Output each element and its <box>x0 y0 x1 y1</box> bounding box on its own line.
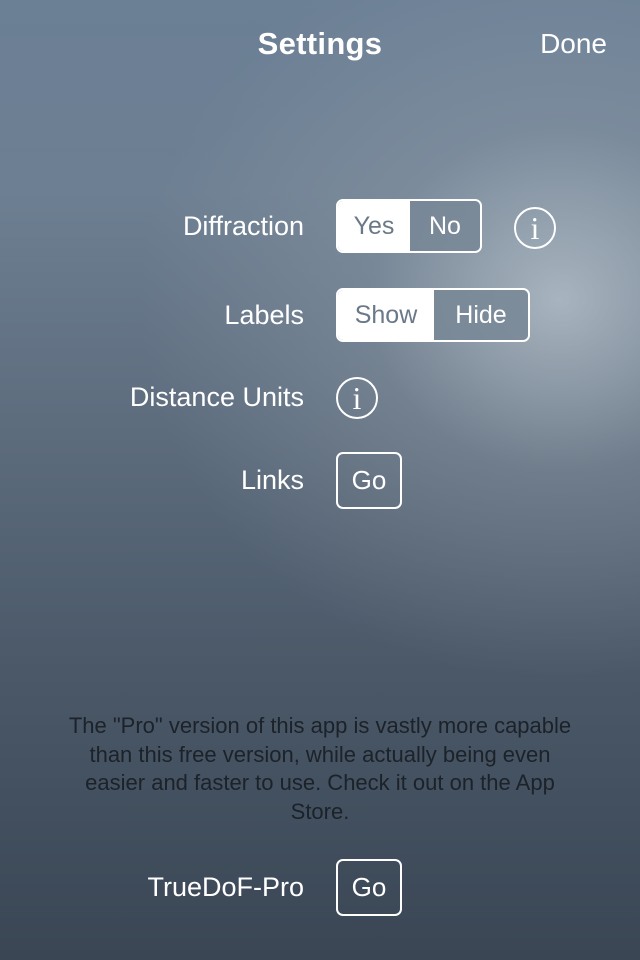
truedof-pro-go-button[interactable]: Go <box>336 859 402 916</box>
distance-units-label: Distance Units <box>129 382 304 412</box>
done-button[interactable]: Done <box>540 28 607 60</box>
truedof-pro-label: TrueDoF-Pro <box>147 872 304 902</box>
links-label: Links <box>240 465 304 495</box>
pro-version-description: The "Pro" version of this app is vastly … <box>68 713 572 824</box>
links-go-button[interactable]: Go <box>336 452 402 509</box>
diffraction-option-no[interactable]: No <box>409 201 480 251</box>
diffraction-option-yes[interactable]: Yes <box>338 201 410 251</box>
labels-option-show[interactable]: Show <box>338 290 434 340</box>
diffraction-segmented-control[interactable]: Yes No <box>336 199 482 253</box>
diffraction-info-icon[interactable]: i <box>514 207 556 249</box>
labels-label: Labels <box>224 300 304 330</box>
diffraction-label: Diffraction <box>182 211 304 241</box>
distance-units-info-icon[interactable]: i <box>336 377 378 419</box>
labels-option-hide[interactable]: Hide <box>433 290 528 340</box>
labels-segmented-control[interactable]: Show Hide <box>336 288 530 342</box>
